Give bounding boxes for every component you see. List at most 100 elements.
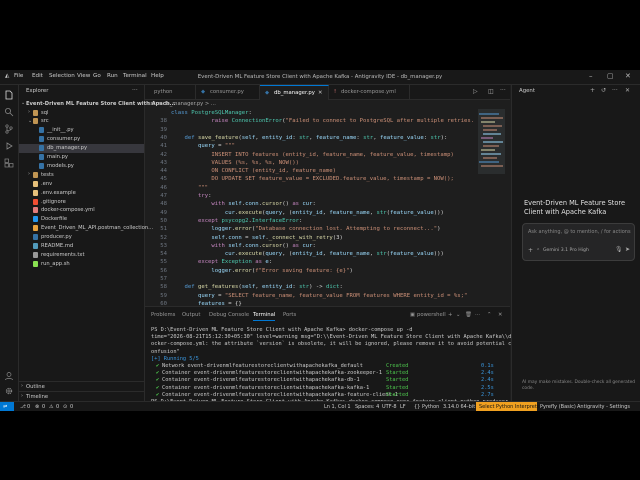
- source-control-icon[interactable]: [4, 124, 14, 134]
- select-interpreter-button[interactable]: Select Python Interpreter: [476, 402, 542, 411]
- resource-time: 0.1s: [481, 363, 494, 369]
- bottom-panel: Problems Output Debug Console Terminal P…: [145, 306, 511, 411]
- outline-section[interactable]: › Outline: [19, 381, 144, 391]
- close-icon[interactable]: ✕: [625, 72, 631, 80]
- warning-icon[interactable]: ⚠: [49, 404, 53, 410]
- more-actions-icon[interactable]: ···: [612, 87, 618, 94]
- new-chat-icon[interactable]: +: [590, 87, 595, 94]
- mode-chevron-icon[interactable]: ⌃: [536, 248, 540, 254]
- file-item[interactable]: producer.py: [19, 233, 144, 242]
- source-control-status-icon[interactable]: ⎇: [20, 404, 26, 410]
- new-terminal-icon[interactable]: +: [448, 312, 452, 318]
- code-text: ON CONFLICT (entity_id, feature_name): [171, 168, 337, 175]
- run-file-icon[interactable]: ▷: [473, 88, 478, 95]
- file-item[interactable]: .env: [19, 179, 144, 188]
- project-root[interactable]: ⌄ Event-Driven ML Feature Store Client w…: [19, 99, 175, 108]
- language-mode[interactable]: Python: [422, 404, 439, 410]
- panel-tab-debug-console[interactable]: Debug Console: [209, 312, 249, 318]
- panel-tab-ports[interactable]: Ports: [283, 312, 296, 318]
- file-item[interactable]: requirements.txt: [19, 250, 144, 259]
- python-version[interactable]: 3.14.0 64-bit: [443, 404, 475, 410]
- ide-window: ◭ File Edit Selection View Go Run Termin…: [0, 70, 640, 411]
- file-item[interactable]: Event_Driven_ML_API.postman_collection..…: [19, 224, 153, 233]
- code-text: def get_features(self, entity_id: str) -…: [184, 284, 343, 291]
- explorer-icon[interactable]: [4, 90, 14, 100]
- timeline-section[interactable]: › Timeline: [19, 391, 144, 401]
- trash-icon[interactable]: 🗑: [465, 312, 472, 318]
- file-item[interactable]: README.md: [19, 242, 144, 251]
- more-actions-icon[interactable]: ···: [475, 312, 480, 318]
- pyrefly-status[interactable]: Pyrefly (Basic): [540, 404, 576, 410]
- file-item[interactable]: .gitignore: [19, 197, 144, 206]
- minimize-icon[interactable]: –: [589, 72, 593, 80]
- account-icon[interactable]: [4, 371, 14, 381]
- error-count[interactable]: 0: [42, 404, 45, 410]
- more-actions-icon[interactable]: ···: [500, 87, 506, 94]
- split-editor-icon[interactable]: ◫: [488, 88, 494, 95]
- panel-tab-terminal[interactable]: Terminal: [253, 312, 276, 321]
- send-icon[interactable]: ➤: [625, 246, 630, 253]
- file-item[interactable]: models.py: [19, 161, 144, 170]
- close-icon[interactable]: ✕: [625, 87, 630, 94]
- settings-status[interactable]: Antigravity - Settings: [577, 404, 630, 410]
- close-panel-icon[interactable]: ✕: [498, 312, 502, 318]
- line-number: 43: [160, 159, 167, 166]
- file-item[interactable]: main.py: [19, 153, 144, 162]
- cursor-position[interactable]: Ln 1, Col 1: [324, 404, 351, 410]
- add-context-icon[interactable]: +: [528, 247, 533, 254]
- run-debug-icon[interactable]: [4, 141, 14, 151]
- maximize-icon[interactable]: ▢: [607, 72, 614, 80]
- tab-close-icon[interactable]: ✕: [318, 90, 322, 96]
- tab-db-manager[interactable]: ◆ db_manager.py ✕: [260, 85, 329, 100]
- remote-indicator[interactable]: ⇌: [0, 402, 14, 411]
- file-label: docker-compose.yml: [41, 207, 95, 214]
- panel-tab-problems[interactable]: Problems: [151, 312, 175, 318]
- encoding[interactable]: UTF-8: [382, 404, 397, 410]
- file-item[interactable]: run_app.sh: [19, 259, 144, 268]
- folder-item[interactable]: › sql: [19, 108, 144, 117]
- folder-item[interactable]: › tests: [19, 170, 144, 179]
- code-text: INSERT INTO features (entity_id, feature…: [171, 151, 454, 158]
- branch-status[interactable]: 0: [27, 404, 30, 410]
- error-icon[interactable]: ⊗: [35, 404, 39, 410]
- file-item[interactable]: Dockerfile: [19, 215, 144, 224]
- file-item[interactable]: __init__.py: [19, 126, 144, 135]
- history-icon[interactable]: ↺: [601, 87, 606, 94]
- terminal-shell-name[interactable]: powershell: [417, 312, 446, 318]
- microphone-icon[interactable]: 🎙: [615, 246, 623, 253]
- tab-python[interactable]: python: [145, 85, 196, 99]
- ports-icon[interactable]: ⊙: [63, 404, 67, 410]
- breadcrumb[interactable]: src > db_manager.py > ...: [145, 100, 510, 109]
- search-icon[interactable]: [4, 107, 14, 117]
- indentation[interactable]: Spaces: 4: [355, 404, 379, 410]
- chevron-right-icon: ›: [28, 171, 30, 178]
- terminal-dropdown-icon[interactable]: ⌄: [456, 312, 460, 318]
- file-item[interactable]: .env.example: [19, 188, 144, 197]
- minimap[interactable]: [475, 109, 510, 306]
- line-number: 54: [160, 251, 167, 258]
- tab-consumer[interactable]: ◆ consumer.py: [196, 85, 260, 99]
- ports-count[interactable]: 0: [70, 404, 73, 410]
- code-editor[interactable]: class PostgreSQLManager: 38 raise Connect…: [145, 109, 475, 306]
- extensions-icon[interactable]: [4, 158, 14, 168]
- agent-input[interactable]: Ask anything, @ to mention, / for action…: [528, 229, 631, 235]
- settings-gear-icon[interactable]: [4, 386, 14, 396]
- file-item[interactable]: consumer.py: [19, 135, 144, 144]
- line-ending[interactable]: LF: [400, 404, 406, 410]
- model-selector[interactable]: Gemini 3.1 Pro High: [543, 248, 589, 253]
- tab-docker-compose[interactable]: ! docker-compose.yml: [329, 85, 410, 99]
- code-text: except psycopg2.InterfaceError:: [197, 217, 303, 224]
- folder-item[interactable]: ⌄ src: [19, 117, 144, 126]
- line-number: 52: [160, 234, 167, 241]
- agent-input-box[interactable]: Ask anything, @ to mention, / for action…: [522, 223, 635, 261]
- panel-tab-output[interactable]: Output: [182, 312, 200, 318]
- file-item[interactable]: db_manager.py: [19, 143, 144, 153]
- window-title: Event-Driven ML Feature Store Client wit…: [197, 73, 443, 80]
- file-item[interactable]: docker-compose.yml: [19, 206, 144, 215]
- py-file-icon: [39, 154, 44, 160]
- more-actions-icon[interactable]: ···: [132, 87, 138, 94]
- folder-file-icon: [33, 171, 38, 178]
- warning-count[interactable]: 0: [56, 404, 59, 410]
- maximize-panel-icon[interactable]: ⌃: [487, 312, 491, 318]
- file-label: __init__.py: [47, 127, 74, 134]
